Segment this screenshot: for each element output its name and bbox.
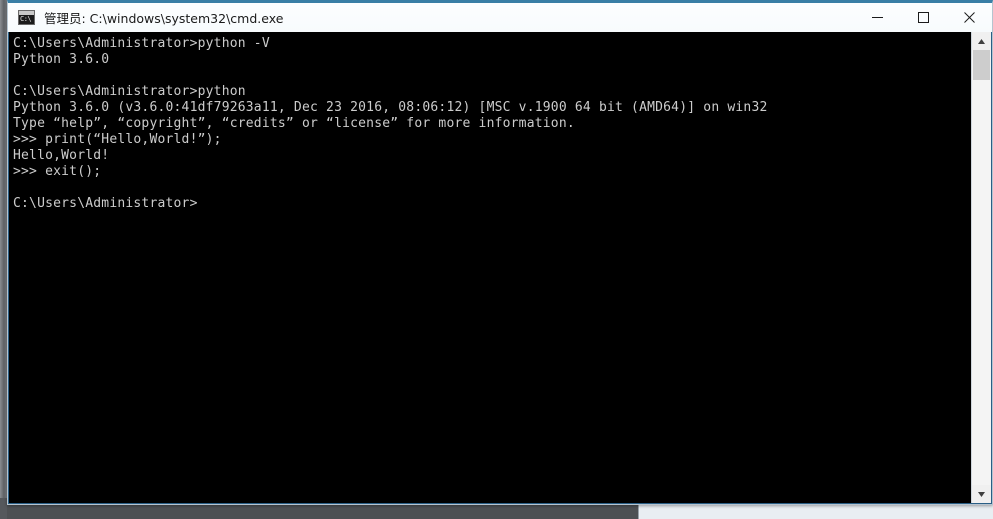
vertical-scrollbar[interactable] xyxy=(971,32,991,503)
maximize-button[interactable] xyxy=(900,3,946,32)
scroll-up-arrow-icon[interactable] xyxy=(972,32,991,50)
minimize-button[interactable] xyxy=(854,3,900,32)
terminal-output-area[interactable]: C:\Users\Administrator>python -V Python … xyxy=(9,32,971,503)
cmd-icon-glyph: C:\ xyxy=(20,15,32,23)
window-title: 管理员: C:\windows\system32\cmd.exe xyxy=(44,11,284,26)
scroll-down-arrow-icon[interactable] xyxy=(972,485,991,503)
window-controls xyxy=(854,3,992,32)
vertical-scroll-track[interactable] xyxy=(972,50,991,485)
console-window: C:\ 管理员: C:\windows\system32\cmd.exe C:\… xyxy=(7,0,993,505)
close-button[interactable] xyxy=(946,3,992,32)
background-window-edge-left xyxy=(0,0,7,519)
console-client-area: C:\Users\Administrator>python -V Python … xyxy=(8,32,992,504)
window-titlebar[interactable]: C:\ 管理员: C:\windows\system32\cmd.exe xyxy=(8,3,992,32)
cmd-console-icon: C:\ xyxy=(18,10,35,25)
terminal-text: C:\Users\Administrator>python -V Python … xyxy=(13,36,768,211)
vertical-scroll-thumb[interactable] xyxy=(973,50,990,80)
